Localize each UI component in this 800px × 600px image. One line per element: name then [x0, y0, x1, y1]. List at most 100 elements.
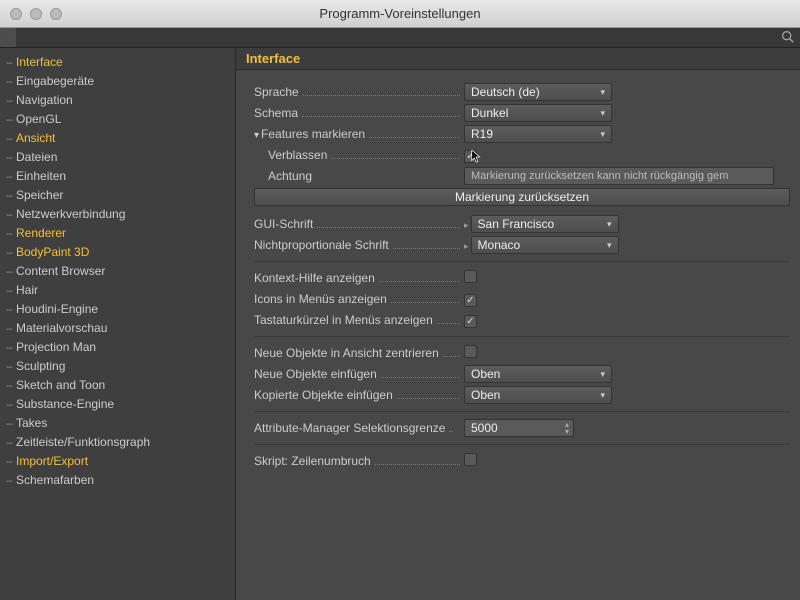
sidebar-item-content-browser[interactable]: –Content Browser — [0, 261, 235, 280]
tree-tick-icon: – — [6, 416, 16, 430]
reset-markierung-button[interactable]: Markierung zurücksetzen — [254, 188, 790, 206]
sidebar-item-projection-man[interactable]: –Projection Man — [0, 337, 235, 356]
neue-zentrieren-checkbox[interactable] — [464, 345, 477, 358]
sidebar-item-netzwerkverbindung[interactable]: –Netzwerkverbindung — [0, 204, 235, 223]
sprache-dropdown[interactable]: Deutsch (de)▾ — [464, 83, 612, 101]
minimize-window-button[interactable] — [30, 8, 42, 20]
sidebar-item-opengl[interactable]: –OpenGL — [0, 109, 235, 128]
sidebar-item-renderer[interactable]: –Renderer — [0, 223, 235, 242]
label-mono-schrift: Nichtproportionale Schrift — [254, 238, 389, 252]
sidebar-item-label: Hair — [16, 283, 38, 297]
sidebar-item-hair[interactable]: –Hair — [0, 280, 235, 299]
sidebar-item-import-export[interactable]: –Import/Export — [0, 451, 235, 470]
label-neue-zentr: Neue Objekte in Ansicht zentrieren — [254, 346, 439, 360]
sidebar-item-label: Substance-Engine — [16, 397, 114, 411]
sidebar-item-eingabeger-te[interactable]: –Eingabegeräte — [0, 71, 235, 90]
sidebar-item-ansicht[interactable]: –Ansicht — [0, 128, 235, 147]
label-tastatur: Tastaturkürzel in Menüs anzeigen — [254, 313, 433, 327]
label-schema: Schema — [254, 106, 298, 120]
chevron-down-icon: ▾ — [600, 129, 605, 140]
sidebar-item-label: OpenGL — [16, 112, 61, 126]
skript-checkbox[interactable] — [464, 453, 477, 466]
sidebar-item-label: Interface — [16, 55, 63, 69]
achtung-info: Markierung zurücksetzen kann nicht rückg… — [464, 167, 774, 185]
zoom-window-button[interactable] — [50, 8, 62, 20]
expander-icon[interactable]: ▾ — [254, 130, 259, 141]
tree-tick-icon: – — [6, 321, 16, 335]
tree-tick-icon: – — [6, 340, 16, 354]
sidebar-item-substance-engine[interactable]: –Substance-Engine — [0, 394, 235, 413]
sidebar-item-materialvorschau[interactable]: –Materialvorschau — [0, 318, 235, 337]
search-icon[interactable] — [781, 30, 794, 46]
tree-tick-icon: – — [6, 169, 16, 183]
sidebar-item-label: Zeitleiste/Funktionsgraph — [16, 435, 150, 449]
sidebar-item-interface[interactable]: –Interface — [0, 52, 235, 71]
tree-tick-icon: – — [6, 93, 16, 107]
titlebar: Programm-Voreinstellungen — [0, 0, 800, 28]
tree-tick-icon: – — [6, 378, 16, 392]
sidebar-item-label: Netzwerkverbindung — [16, 207, 125, 221]
stepper-icon[interactable]: ▴▾ — [565, 421, 569, 435]
sidebar-item-zeitleiste-funktionsgraph[interactable]: –Zeitleiste/Funktionsgraph — [0, 432, 235, 451]
tree-tick-icon: – — [6, 302, 16, 316]
label-kontext: Kontext-Hilfe anzeigen — [254, 271, 375, 285]
tree-tick-icon: – — [6, 207, 16, 221]
tree-tick-icon: – — [6, 359, 16, 373]
tree-tick-icon: – — [6, 226, 16, 240]
sidebar-item-navigation[interactable]: –Navigation — [0, 90, 235, 109]
sidebar-item-label: Materialvorschau — [16, 321, 107, 335]
sidebar-item-label: Renderer — [16, 226, 66, 240]
gui-schrift-dropdown[interactable]: San Francisco▾ — [471, 215, 619, 233]
sidebar-item-takes[interactable]: –Takes — [0, 413, 235, 432]
tree-tick-icon: – — [6, 150, 16, 164]
tree-tick-icon: – — [6, 264, 16, 278]
schema-dropdown[interactable]: Dunkel▾ — [464, 104, 612, 122]
features-dropdown[interactable]: R19▾ — [464, 125, 612, 143]
label-features: Features markieren — [261, 127, 365, 141]
tree-tick-icon: – — [6, 245, 16, 259]
sidebar-item-label: Sketch and Toon — [16, 378, 105, 392]
tree-tick-icon: – — [6, 397, 16, 411]
mono-schrift-dropdown[interactable]: Monaco▾ — [471, 236, 619, 254]
sidebar-item-speicher[interactable]: –Speicher — [0, 185, 235, 204]
label-verblassen: Verblassen — [268, 148, 327, 162]
chevron-down-icon: ▾ — [607, 219, 612, 230]
chevron-right-icon: ▸ — [464, 220, 469, 230]
tree-tick-icon: – — [6, 435, 16, 449]
sidebar-item-schemafarben[interactable]: –Schemafarben — [0, 470, 235, 489]
chevron-down-icon: ▾ — [600, 108, 605, 119]
tree-tick-icon: – — [6, 473, 16, 487]
tree-tick-icon: – — [6, 55, 16, 69]
label-sprache: Sprache — [254, 85, 299, 99]
sidebar-item-label: Einheiten — [16, 169, 66, 183]
label-skript: Skript: Zeilenumbruch — [254, 454, 371, 468]
sidebar-item-label: Content Browser — [16, 264, 105, 278]
icons-checkbox[interactable]: ✓ — [464, 294, 477, 307]
sidebar-item-label: Schemafarben — [16, 473, 94, 487]
attr-limit-field[interactable]: 5000▴▾ — [464, 419, 574, 437]
label-gui-schrift: GUI-Schrift — [254, 217, 313, 231]
sidebar-item-einheiten[interactable]: –Einheiten — [0, 166, 235, 185]
tree-tick-icon: – — [6, 74, 16, 88]
sidebar-item-bodypaint-3d[interactable]: –BodyPaint 3D — [0, 242, 235, 261]
sidebar-item-sculpting[interactable]: –Sculpting — [0, 356, 235, 375]
label-neue-einf: Neue Objekte einfügen — [254, 367, 377, 381]
neue-einfuegen-dropdown[interactable]: Oben▾ — [464, 365, 612, 383]
kopierte-einfuegen-dropdown[interactable]: Oben▾ — [464, 386, 612, 404]
sidebar-item-houdini-engine[interactable]: –Houdini-Engine — [0, 299, 235, 318]
kontext-checkbox[interactable] — [464, 270, 477, 283]
chevron-down-icon: ▾ — [600, 390, 605, 401]
toolbar — [0, 28, 800, 48]
tree-tick-icon: – — [6, 283, 16, 297]
sidebar-item-sketch-and-toon[interactable]: –Sketch and Toon — [0, 375, 235, 394]
chevron-down-icon: ▾ — [600, 369, 605, 380]
label-kop-einf: Kopierte Objekte einfügen — [254, 388, 393, 402]
tastatur-checkbox[interactable]: ✓ — [464, 315, 477, 328]
sidebar-item-label: Eingabegeräte — [16, 74, 94, 88]
close-window-button[interactable] — [10, 8, 22, 20]
sidebar-item-label: Speicher — [16, 188, 63, 202]
window-title: Programm-Voreinstellungen — [0, 6, 800, 21]
sidebar-item-dateien[interactable]: –Dateien — [0, 147, 235, 166]
verblassen-checkbox[interactable]: ✓ — [464, 150, 477, 163]
tree-tick-icon: – — [6, 188, 16, 202]
